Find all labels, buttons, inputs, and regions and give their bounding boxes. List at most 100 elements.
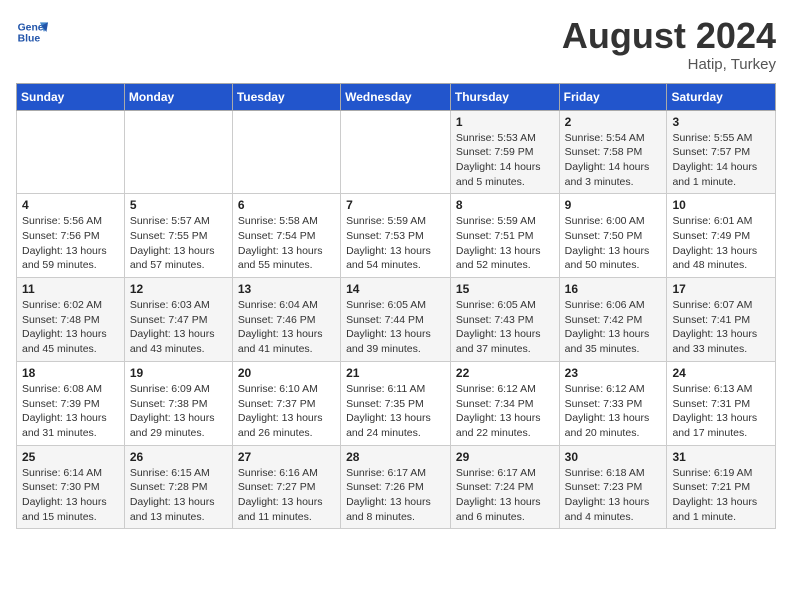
day-info: Sunrise: 6:15 AM Sunset: 7:28 PM Dayligh…	[130, 466, 227, 525]
calendar-cell: 5 Sunrise: 5:57 AM Sunset: 7:55 PM Daylig…	[124, 194, 232, 278]
day-number: 6	[238, 198, 335, 212]
day-number: 17	[672, 282, 770, 296]
day-header-sunday: Sunday	[17, 83, 125, 110]
day-info: Sunrise: 6:04 AM Sunset: 7:46 PM Dayligh…	[238, 298, 335, 357]
calendar-cell: 10 Sunrise: 6:01 AM Sunset: 7:49 PM Dayli…	[667, 194, 776, 278]
week-row-4: 18 Sunrise: 6:08 AM Sunset: 7:39 PM Dayli…	[17, 361, 776, 445]
day-number: 5	[130, 198, 227, 212]
day-info: Sunrise: 6:12 AM Sunset: 7:33 PM Dayligh…	[565, 382, 662, 441]
calendar-cell: 16 Sunrise: 6:06 AM Sunset: 7:42 PM Dayli…	[559, 278, 667, 362]
calendar-cell: 26 Sunrise: 6:15 AM Sunset: 7:28 PM Dayli…	[124, 445, 232, 529]
day-number: 25	[22, 450, 119, 464]
day-info: Sunrise: 5:56 AM Sunset: 7:56 PM Dayligh…	[22, 214, 119, 273]
calendar-cell: 21 Sunrise: 6:11 AM Sunset: 7:35 PM Dayli…	[341, 361, 451, 445]
day-info: Sunrise: 5:57 AM Sunset: 7:55 PM Dayligh…	[130, 214, 227, 273]
day-number: 18	[22, 366, 119, 380]
day-number: 1	[456, 115, 554, 129]
day-number: 20	[238, 366, 335, 380]
svg-text:Blue: Blue	[18, 34, 41, 45]
calendar-cell	[341, 110, 451, 194]
title-block: August 2024 Hatip, Turkey	[562, 16, 776, 73]
day-info: Sunrise: 6:16 AM Sunset: 7:27 PM Dayligh…	[238, 466, 335, 525]
day-header-monday: Monday	[124, 83, 232, 110]
day-info: Sunrise: 6:14 AM Sunset: 7:30 PM Dayligh…	[22, 466, 119, 525]
day-info: Sunrise: 5:59 AM Sunset: 7:51 PM Dayligh…	[456, 214, 554, 273]
calendar-cell: 29Sunrise: 6:17 AM Sunset: 7:24 PM Dayli…	[450, 445, 559, 529]
day-number: 2	[565, 115, 662, 129]
day-number: 13	[238, 282, 335, 296]
location: Hatip, Turkey	[562, 56, 776, 73]
calendar-cell: 23 Sunrise: 6:12 AM Sunset: 7:33 PM Dayli…	[559, 361, 667, 445]
calendar-cell: 31 Sunrise: 6:19 AM Sunset: 7:21 PM Dayli…	[667, 445, 776, 529]
day-info: Sunrise: 5:58 AM Sunset: 7:54 PM Dayligh…	[238, 214, 335, 273]
day-number: 21	[346, 366, 445, 380]
calendar-cell: 19 Sunrise: 6:09 AM Sunset: 7:38 PM Dayli…	[124, 361, 232, 445]
day-header-thursday: Thursday	[450, 83, 559, 110]
calendar-cell: 9 Sunrise: 6:00 AM Sunset: 7:50 PM Daylig…	[559, 194, 667, 278]
day-header-tuesday: Tuesday	[232, 83, 340, 110]
calendar-cell: 24 Sunrise: 6:13 AM Sunset: 7:31 PM Dayli…	[667, 361, 776, 445]
day-info: Sunrise: 5:53 AM Sunset: 7:59 PM Dayligh…	[456, 131, 554, 190]
calendar-cell: 12Sunrise: 6:03 AM Sunset: 7:47 PM Dayli…	[124, 278, 232, 362]
day-number: 9	[565, 198, 662, 212]
calendar-cell: 7Sunrise: 5:59 AM Sunset: 7:53 PM Daylig…	[341, 194, 451, 278]
day-number: 24	[672, 366, 770, 380]
calendar-cell: 18 Sunrise: 6:08 AM Sunset: 7:39 PM Dayli…	[17, 361, 125, 445]
day-number: 31	[672, 450, 770, 464]
day-info: Sunrise: 5:55 AM Sunset: 7:57 PM Dayligh…	[672, 131, 770, 190]
day-number: 15	[456, 282, 554, 296]
calendar-cell: 13 Sunrise: 6:04 AM Sunset: 7:46 PM Dayli…	[232, 278, 340, 362]
calendar-cell	[232, 110, 340, 194]
day-info: Sunrise: 6:08 AM Sunset: 7:39 PM Dayligh…	[22, 382, 119, 441]
calendar-cell: 8 Sunrise: 5:59 AM Sunset: 7:51 PM Daylig…	[450, 194, 559, 278]
calendar-cell: 25 Sunrise: 6:14 AM Sunset: 7:30 PM Dayli…	[17, 445, 125, 529]
day-number: 12	[130, 282, 227, 296]
day-info: Sunrise: 6:13 AM Sunset: 7:31 PM Dayligh…	[672, 382, 770, 441]
day-info: Sunrise: 6:06 AM Sunset: 7:42 PM Dayligh…	[565, 298, 662, 357]
day-header-saturday: Saturday	[667, 83, 776, 110]
day-number: 30	[565, 450, 662, 464]
day-number: 14	[346, 282, 445, 296]
day-info: Sunrise: 6:05 AM Sunset: 7:43 PM Dayligh…	[456, 298, 554, 357]
week-row-2: 4 Sunrise: 5:56 AM Sunset: 7:56 PM Daylig…	[17, 194, 776, 278]
calendar-cell: 27Sunrise: 6:16 AM Sunset: 7:27 PM Dayli…	[232, 445, 340, 529]
day-info: Sunrise: 6:17 AM Sunset: 7:24 PM Dayligh…	[456, 466, 554, 525]
calendar-cell: 20 Sunrise: 6:10 AM Sunset: 7:37 PM Dayli…	[232, 361, 340, 445]
day-number: 19	[130, 366, 227, 380]
calendar-cell: 1 Sunrise: 5:53 AM Sunset: 7:59 PM Daylig…	[450, 110, 559, 194]
day-number: 10	[672, 198, 770, 212]
day-info: Sunrise: 6:18 AM Sunset: 7:23 PM Dayligh…	[565, 466, 662, 525]
day-info: Sunrise: 5:59 AM Sunset: 7:53 PM Dayligh…	[346, 214, 445, 273]
logo: General Blue	[16, 16, 48, 48]
day-info: Sunrise: 6:05 AM Sunset: 7:44 PM Dayligh…	[346, 298, 445, 357]
day-number: 3	[672, 115, 770, 129]
day-info: Sunrise: 6:09 AM Sunset: 7:38 PM Dayligh…	[130, 382, 227, 441]
logo-icon: General Blue	[16, 16, 48, 48]
day-info: Sunrise: 6:02 AM Sunset: 7:48 PM Dayligh…	[22, 298, 119, 357]
calendar-cell: 4 Sunrise: 5:56 AM Sunset: 7:56 PM Daylig…	[17, 194, 125, 278]
day-info: Sunrise: 6:01 AM Sunset: 7:49 PM Dayligh…	[672, 214, 770, 273]
calendar-cell: 11Sunrise: 6:02 AM Sunset: 7:48 PM Dayli…	[17, 278, 125, 362]
calendar-cell: 3 Sunrise: 5:55 AM Sunset: 7:57 PM Daylig…	[667, 110, 776, 194]
day-info: Sunrise: 6:11 AM Sunset: 7:35 PM Dayligh…	[346, 382, 445, 441]
day-number: 28	[346, 450, 445, 464]
day-info: Sunrise: 6:19 AM Sunset: 7:21 PM Dayligh…	[672, 466, 770, 525]
calendar-cell: 22Sunrise: 6:12 AM Sunset: 7:34 PM Dayli…	[450, 361, 559, 445]
day-info: Sunrise: 5:54 AM Sunset: 7:58 PM Dayligh…	[565, 131, 662, 190]
day-info: Sunrise: 6:10 AM Sunset: 7:37 PM Dayligh…	[238, 382, 335, 441]
day-info: Sunrise: 6:00 AM Sunset: 7:50 PM Dayligh…	[565, 214, 662, 273]
day-number: 4	[22, 198, 119, 212]
day-number: 23	[565, 366, 662, 380]
week-row-5: 25 Sunrise: 6:14 AM Sunset: 7:30 PM Dayli…	[17, 445, 776, 529]
day-info: Sunrise: 6:17 AM Sunset: 7:26 PM Dayligh…	[346, 466, 445, 525]
day-number: 16	[565, 282, 662, 296]
calendar-table: SundayMondayTuesdayWednesdayThursdayFrid…	[16, 83, 776, 530]
page-header: General Blue August 2024 Hatip, Turkey	[16, 16, 776, 73]
calendar-cell: 30 Sunrise: 6:18 AM Sunset: 7:23 PM Dayli…	[559, 445, 667, 529]
day-info: Sunrise: 6:12 AM Sunset: 7:34 PM Dayligh…	[456, 382, 554, 441]
day-info: Sunrise: 6:07 AM Sunset: 7:41 PM Dayligh…	[672, 298, 770, 357]
day-number: 26	[130, 450, 227, 464]
calendar-cell	[124, 110, 232, 194]
day-number: 8	[456, 198, 554, 212]
calendar-cell: 2 Sunrise: 5:54 AM Sunset: 7:58 PM Daylig…	[559, 110, 667, 194]
